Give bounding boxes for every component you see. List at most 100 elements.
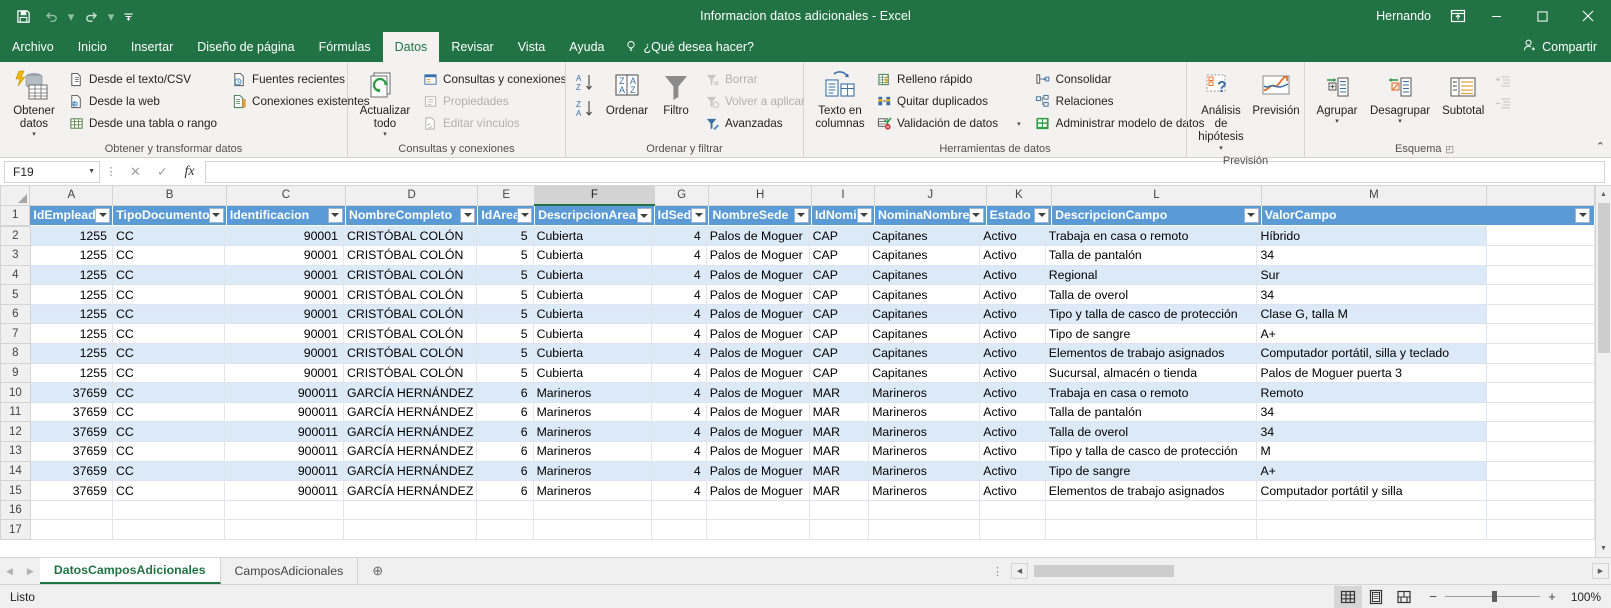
cell-F7[interactable]: Cubierta <box>533 323 653 345</box>
cell-I4[interactable]: CAP <box>809 265 870 286</box>
cell-B14[interactable]: CC <box>112 461 226 482</box>
cell-L13[interactable]: Tipo y talla de casco de protección <box>1045 441 1258 462</box>
cell-K2[interactable]: Activo <box>979 226 1046 247</box>
cell-D2[interactable]: CRISTÓBAL COLÓN <box>343 226 478 247</box>
cell-C9[interactable]: 90001 <box>224 363 344 384</box>
cell-B8[interactable]: CC <box>112 343 226 364</box>
previous-sheet-icon[interactable]: ◀ <box>6 566 13 577</box>
queries-and-connections-button[interactable]: Consultas y conexiones <box>417 69 571 90</box>
cell-D3[interactable]: CRISTÓBAL COLÓN <box>343 245 478 266</box>
cell-F11[interactable]: Marineros <box>533 402 653 423</box>
filter-dropdown-icon[interactable] <box>517 207 533 223</box>
filter-button[interactable]: Filtro <box>653 67 699 120</box>
cell-F13[interactable]: Marineros <box>533 441 653 462</box>
cell-overflow-9[interactable] <box>1486 363 1595 384</box>
esquema-dialog-launcher-icon[interactable]: ◰ <box>1445 144 1454 155</box>
cell-J2[interactable]: Capitanes <box>868 226 981 247</box>
tab-archivo[interactable]: Archivo <box>0 32 66 62</box>
cell-I5[interactable]: CAP <box>809 284 870 305</box>
cell-H17[interactable] <box>706 519 810 540</box>
cell-G5[interactable]: 4 <box>651 284 707 305</box>
cell-overflow-6[interactable] <box>1486 304 1595 325</box>
formula-input[interactable] <box>205 160 1605 183</box>
cell-K8[interactable]: Activo <box>979 343 1046 364</box>
cell-M9[interactable]: Palos de Moguer puerta 3 <box>1256 363 1487 384</box>
cell-D13[interactable]: GARCÍA HERNÁNDEZ <box>343 441 478 462</box>
row-header-4[interactable]: 4 <box>0 264 31 286</box>
cell-overflow-17[interactable] <box>1486 519 1595 540</box>
row-header-11[interactable]: 11 <box>0 401 31 423</box>
cell-A13[interactable]: 37659 <box>30 441 113 462</box>
cell-J7[interactable]: Capitanes <box>868 323 981 345</box>
cell-E17[interactable] <box>476 519 534 540</box>
tab-formulas[interactable]: Fórmulas <box>307 32 383 62</box>
cell-A4[interactable]: 1255 <box>30 265 113 286</box>
cell-overflow-5[interactable] <box>1486 284 1595 305</box>
cell-I6[interactable]: CAP <box>809 304 870 325</box>
cell-C12[interactable]: 900011 <box>224 421 344 443</box>
group-button[interactable]: Agrupar ▾ <box>1310 67 1364 128</box>
filter-dropdown-icon[interactable] <box>1243 207 1259 223</box>
cell-K10[interactable]: Activo <box>979 382 1046 403</box>
cell-overflow-11[interactable] <box>1486 402 1595 423</box>
row-header-8[interactable]: 8 <box>0 343 31 364</box>
cell-G4[interactable]: 4 <box>651 265 707 286</box>
cell-A10[interactable]: 37659 <box>30 382 113 403</box>
cell-E12[interactable]: 6 <box>476 421 534 443</box>
tab-insertar[interactable]: Insertar <box>119 32 185 62</box>
cell-J12[interactable]: Marineros <box>868 421 981 443</box>
cell-B12[interactable]: CC <box>112 421 226 443</box>
redo-dropdown-icon[interactable]: ▾ <box>106 4 116 28</box>
cell-F12[interactable]: Marineros <box>533 421 653 443</box>
filter-dropdown-icon[interactable] <box>1575 207 1590 223</box>
table-row[interactable]: 9 1255 CC 90001 CRISTÓBAL COLÓN 5 Cubierta 4 Pal… <box>0 362 1595 384</box>
row-header-7[interactable]: 7 <box>0 323 31 345</box>
cell-L16[interactable] <box>1045 500 1258 521</box>
cell-D6[interactable]: CRISTÓBAL COLÓN <box>343 304 478 325</box>
cell-M10[interactable]: Remoto <box>1256 382 1487 403</box>
cell-F14[interactable]: Marineros <box>533 461 653 482</box>
cell-J9[interactable]: Capitanes <box>868 363 981 384</box>
cell-C14[interactable]: 900011 <box>224 461 344 482</box>
table-row[interactable]: 5 1255 CC 90001 CRISTÓBAL COLÓN 5 Cubierta 4 Pal… <box>0 284 1595 305</box>
group-caret-icon[interactable]: ▾ <box>1335 118 1339 126</box>
sheet-tab-camposadicionales[interactable]: CamposAdicionales <box>220 558 359 584</box>
cell-J14[interactable]: Marineros <box>868 461 981 482</box>
cell-D15[interactable]: GARCÍA HERNÁNDEZ <box>343 480 478 501</box>
cell-E4[interactable]: 5 <box>476 265 534 286</box>
column-header-f[interactable]: F <box>534 186 655 206</box>
cell-E8[interactable]: 5 <box>476 343 534 364</box>
column-header-b[interactable]: B <box>112 186 227 206</box>
cell-K17[interactable] <box>979 519 1046 540</box>
cell-E6[interactable]: 5 <box>476 304 534 325</box>
cell-C7[interactable]: 90001 <box>224 323 344 345</box>
filter-dropdown-icon[interactable] <box>95 207 111 223</box>
text-to-columns-button[interactable]: Texto en columnas <box>809 67 871 133</box>
scroll-up-icon[interactable]: ▲ <box>1596 186 1611 203</box>
relationships-button[interactable]: Relaciones <box>1030 91 1210 112</box>
cell-B13[interactable]: CC <box>112 441 226 462</box>
consolidate-button[interactable]: Consolidar <box>1030 69 1210 90</box>
cell-M4[interactable]: Sur <box>1256 265 1487 286</box>
cell-B4[interactable]: CC <box>112 265 226 286</box>
table-row[interactable]: 4 1255 CC 90001 CRISTÓBAL COLÓN 5 Cubierta 4 Pal… <box>0 264 1595 286</box>
cell-E7[interactable]: 5 <box>476 323 534 345</box>
cell-C5[interactable]: 90001 <box>224 284 344 305</box>
remove-duplicates-button[interactable]: Quitar duplicados <box>871 91 1026 112</box>
cell-M7[interactable]: A+ <box>1256 323 1487 345</box>
cell-L14[interactable]: Tipo de sangre <box>1045 461 1258 482</box>
cell-G16[interactable] <box>651 500 707 521</box>
maximize-button[interactable] <box>1519 0 1565 32</box>
scroll-left-icon[interactable]: ◀ <box>1011 563 1028 579</box>
cell-J6[interactable]: Capitanes <box>868 304 981 325</box>
cell-A8[interactable]: 1255 <box>30 343 113 364</box>
cell-K4[interactable]: Activo <box>979 265 1046 286</box>
cell-C16[interactable] <box>224 500 344 521</box>
table-header-estado[interactable]: Estado <box>986 205 1053 226</box>
filter-dropdown-icon[interactable] <box>856 207 872 223</box>
cell-G14[interactable]: 4 <box>651 461 707 482</box>
cell-M3[interactable]: 34 <box>1256 245 1487 266</box>
flash-fill-button[interactable]: Relleno rápido <box>871 69 1026 90</box>
table-row[interactable]: 16 <box>0 499 1595 521</box>
cell-I13[interactable]: MAR <box>809 441 870 462</box>
